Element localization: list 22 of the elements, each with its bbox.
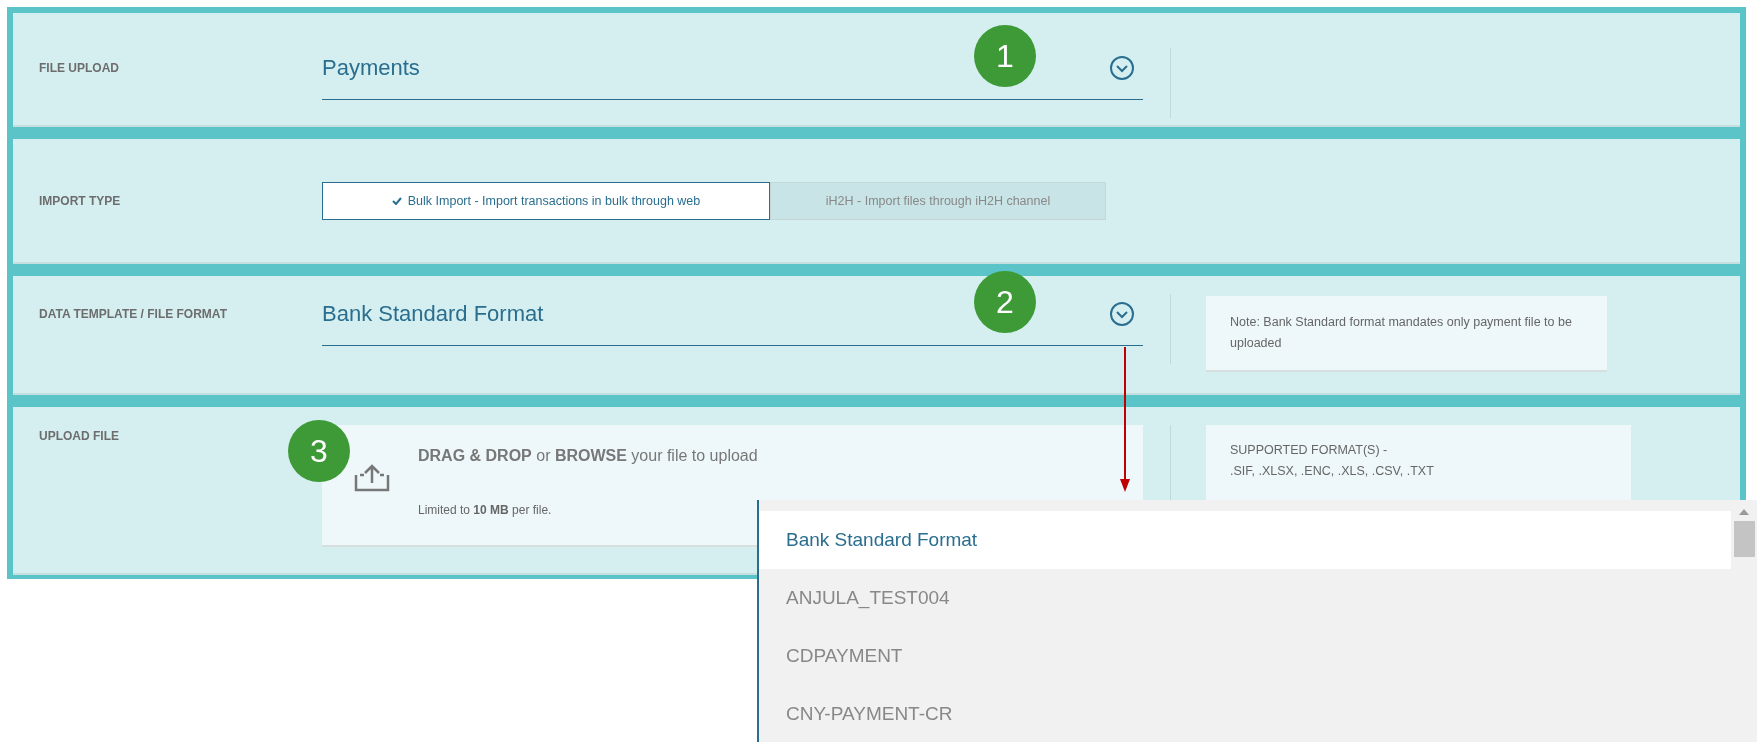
dropdown-option[interactable]: CNY-PAYMENT-CR <box>759 685 1731 742</box>
checkmark-icon <box>391 196 402 205</box>
scroll-up-icon[interactable] <box>1738 508 1750 516</box>
size-limit-text: Limited to 10 MB per file. <box>418 503 553 517</box>
import-type-option[interactable]: Bulk Import - Import transactions in bulk through web <box>322 181 770 220</box>
chevron-down-icon[interactable] <box>1109 55 1135 81</box>
dropdown-option[interactable]: Bank Standard Format <box>759 511 1731 569</box>
upload-icon <box>352 463 392 493</box>
step-marker: 3 <box>288 420 350 482</box>
field-label: DATA TEMPLATE / FILE FORMAT <box>39 306 228 323</box>
field-label: IMPORT TYPE <box>39 192 122 210</box>
dropdown-option[interactable]: ANJULA_TEST004 <box>759 569 1731 627</box>
chevron-down-icon[interactable] <box>1109 301 1135 327</box>
field-label: UPLOAD FILE <box>39 428 120 445</box>
note-text: Note: Bank Standard format mandates only payment file to be uploaded <box>1206 296 1607 370</box>
step-marker: 1 <box>974 25 1036 87</box>
upload-prompt: DRAG & DROP or BROWSE your file to upload <box>418 447 759 465</box>
import-type-option[interactable]: iH2H - Import files through iH2H channel <box>770 181 1106 220</box>
field-label: FILE UPLOAD <box>39 60 120 77</box>
step-marker: 2 <box>974 271 1036 333</box>
dropdown-option[interactable]: CDPAYMENT <box>759 627 1731 685</box>
scroll-thumb[interactable] <box>1733 521 1755 557</box>
